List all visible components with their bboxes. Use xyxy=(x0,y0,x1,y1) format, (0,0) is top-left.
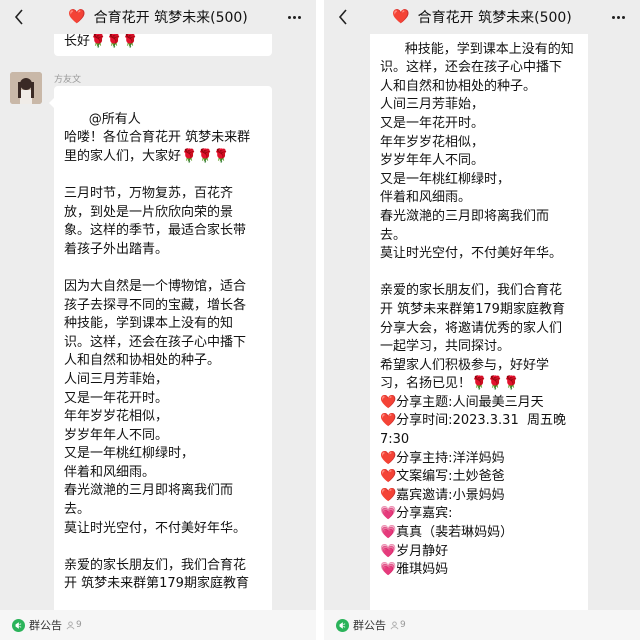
message-list[interactable]: 长好🌹🌹🌹 方友文 @所有人 哈喽！各位合育花开 筑梦未来群 里的家人们，大家好… xyxy=(0,34,316,610)
member-count-text: 9 xyxy=(76,620,82,630)
member-count-text: 9 xyxy=(400,620,406,630)
message-bubble[interactable]: 种技能，学到课本上没有的知 识。这样，还会在孩子心中播下 人和自然和协相处的种子… xyxy=(370,34,588,610)
group-notice-bar[interactable]: 群公告 9 xyxy=(0,610,316,640)
chat-title: ❤️ 合育花开 筑梦未来(500) xyxy=(0,0,316,34)
screen-divider xyxy=(316,0,324,640)
notice-icon xyxy=(336,618,349,632)
message-bubble[interactable]: @所有人 哈喽！各位合育花开 筑梦未来群 里的家人们，大家好🌹🌹🌹 三月时节，万… xyxy=(49,86,272,610)
top-bar: ❤️ 合育花开 筑梦未来(500) xyxy=(324,0,640,34)
avatar[interactable] xyxy=(10,72,42,104)
chat-screen-left: ❤️ 合育花开 筑梦未来(500) 长好🌹🌹🌹 方友文 @所有人 哈喽！各位合育… xyxy=(0,0,316,640)
heart-icon: ❤️ xyxy=(392,9,410,25)
more-icon[interactable] xyxy=(284,6,304,28)
chat-title: ❤️ 合育花开 筑梦未来(500) xyxy=(324,0,640,34)
previous-message-bubble[interactable]: 长好🌹🌹🌹 xyxy=(54,34,272,56)
chat-title-text: 合育花开 筑梦未来(500) xyxy=(93,10,248,26)
message-text: 种技能，学到课本上没有的知 识。这样，还会在孩子心中播下 人和自然和协相处的种子… xyxy=(380,41,574,578)
person-icon xyxy=(66,620,75,629)
heart-icon: ❤️ xyxy=(68,9,86,25)
sender-name: 方友文 xyxy=(54,75,82,85)
group-notice-bar[interactable]: 群公告 9 xyxy=(324,610,640,640)
person-icon xyxy=(390,620,399,629)
chat-screen-right: ❤️ 合育花开 筑梦未来(500) 种技能，学到课本上没有的知 识。这样，还会在… xyxy=(324,0,640,640)
group-notice-label: 群公告 xyxy=(353,619,386,632)
previous-message-text: 长好🌹🌹🌹 xyxy=(64,34,139,50)
message-text: @所有人 哈喽！各位合育花开 筑梦未来群 里的家人们，大家好🌹🌹🌹 三月时节，万… xyxy=(64,111,251,592)
more-icon[interactable] xyxy=(608,6,628,28)
member-count: 9 xyxy=(390,620,406,630)
chat-title-text: 合育花开 筑梦未来(500) xyxy=(417,10,572,26)
group-notice-label: 群公告 xyxy=(29,619,62,632)
message-list[interactable]: 种技能，学到课本上没有的知 识。这样，还会在孩子心中播下 人和自然和协相处的种子… xyxy=(324,34,640,610)
notice-icon xyxy=(12,618,25,632)
member-count: 9 xyxy=(66,620,82,630)
top-bar: ❤️ 合育花开 筑梦未来(500) xyxy=(0,0,316,34)
